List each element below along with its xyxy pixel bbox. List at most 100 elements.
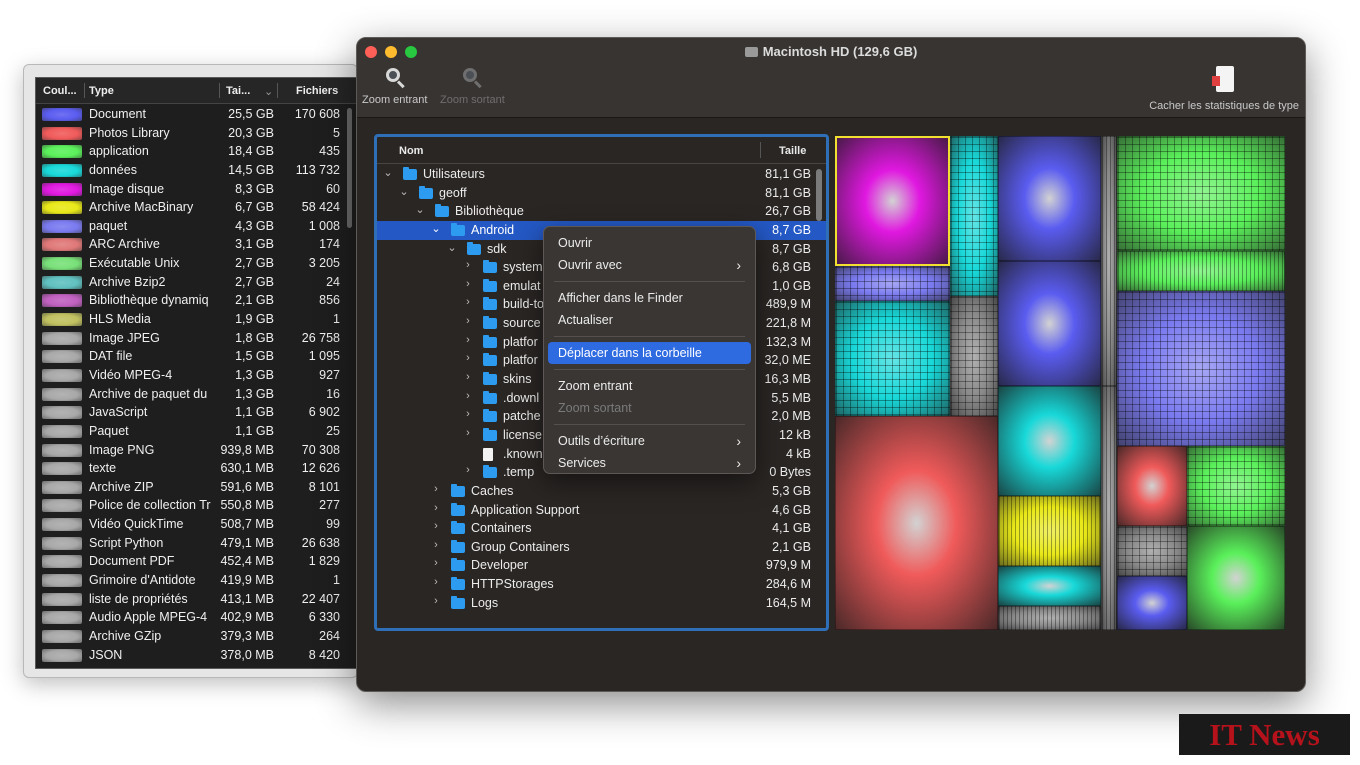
type-row[interactable]: Image PNG 939,8 MB 70 308 <box>36 441 346 460</box>
type-row[interactable]: Document PDF 452,4 MB 1 829 <box>36 552 346 571</box>
tree-row[interactable]: ⌄ Utilisateurs 81,1 GB <box>377 165 826 184</box>
disclosure-collapsed-icon[interactable]: › <box>463 296 473 308</box>
type-row[interactable]: Archive de paquet du 1,3 GB 16 <box>36 385 346 404</box>
treemap-block[interactable] <box>1117 576 1187 630</box>
disclosure-collapsed-icon[interactable]: › <box>463 278 473 290</box>
treemap-block[interactable] <box>1187 446 1285 526</box>
treemap-block[interactable] <box>835 301 950 416</box>
type-row[interactable]: Image JPEG 1,8 GB 26 758 <box>36 329 346 348</box>
treemap-block[interactable] <box>998 496 1101 566</box>
treemap-block[interactable] <box>998 261 1101 386</box>
tree-row[interactable]: › Developer 979,9 M <box>377 556 826 575</box>
type-row[interactable]: données 14,5 GB 113 732 <box>36 161 346 180</box>
color-column-header[interactable]: Coul... <box>43 85 77 97</box>
disclosure-collapsed-icon[interactable]: › <box>431 595 441 607</box>
zoom-out-button[interactable]: Zoom sortant <box>440 66 505 106</box>
disclosure-collapsed-icon[interactable]: › <box>463 464 473 476</box>
tree-scrollbar[interactable] <box>816 169 822 221</box>
treemap-block[interactable] <box>1117 251 1285 291</box>
disclosure-expanded-icon[interactable]: ⌄ <box>383 166 393 179</box>
treemap-block[interactable] <box>1117 291 1285 446</box>
type-row[interactable]: Document 25,5 GB 170 608 <box>36 105 346 124</box>
disclosure-collapsed-icon[interactable]: › <box>431 483 441 495</box>
type-row[interactable]: Archive MacBinary 6,7 GB 58 424 <box>36 198 346 217</box>
type-row[interactable]: Photos Library 20,3 GB 5 <box>36 124 346 143</box>
treemap-block[interactable] <box>1187 526 1285 630</box>
menu-item[interactable]: Ouvrir avec › <box>548 254 751 276</box>
menu-item[interactable]: Ouvrir <box>548 232 751 254</box>
tree-row[interactable]: › HTTPStorages 284,6 M <box>377 575 826 594</box>
treemap-block[interactable] <box>950 296 998 416</box>
type-row[interactable]: Archive ZIP 591,6 MB 8 101 <box>36 478 346 497</box>
disclosure-collapsed-icon[interactable]: › <box>431 502 441 514</box>
menu-item[interactable]: Afficher dans le Finder <box>548 287 751 309</box>
menu-item[interactable]: Services › <box>548 452 751 474</box>
type-row[interactable]: Script Python 479,1 MB 26 638 <box>36 534 346 553</box>
treemap-block[interactable] <box>835 416 998 630</box>
files-column-header[interactable]: Fichiers <box>296 85 338 97</box>
type-row[interactable]: Audio Apple MPEG-4 402,9 MB 6 330 <box>36 608 346 627</box>
size-column-header-tree[interactable]: Taille <box>779 145 806 157</box>
disclosure-expanded-icon[interactable]: ⌄ <box>399 185 409 198</box>
name-column-header[interactable]: Nom <box>399 145 423 157</box>
type-row[interactable]: JSON 378,0 MB 8 420 <box>36 646 346 665</box>
type-row[interactable]: Paquet 1,1 GB 25 <box>36 422 346 441</box>
disclosure-collapsed-icon[interactable]: › <box>463 315 473 327</box>
type-column-header[interactable]: Type <box>89 85 114 97</box>
disclosure-collapsed-icon[interactable]: › <box>431 520 441 532</box>
treemap-block[interactable] <box>835 136 950 266</box>
disclosure-collapsed-icon[interactable]: › <box>463 390 473 402</box>
treemap-block[interactable] <box>998 136 1101 261</box>
disclosure-collapsed-icon[interactable]: › <box>431 576 441 588</box>
menu-item[interactable]: Outils d’écriture › <box>548 430 751 452</box>
type-row[interactable]: Image disque 8,3 GB 60 <box>36 180 346 199</box>
types-scrollbar[interactable] <box>347 108 352 228</box>
tree-row[interactable]: ⌄ Bibliothèque 26,7 GB <box>377 202 826 221</box>
type-row[interactable]: Vidéo MPEG-4 1,3 GB 927 <box>36 366 346 385</box>
type-row[interactable]: Grimoire d'Antidote 419,9 MB 1 <box>36 571 346 590</box>
type-row[interactable]: Archive Bzip2 2,7 GB 24 <box>36 273 346 292</box>
treemap-block[interactable] <box>1117 446 1187 526</box>
disclosure-expanded-icon[interactable]: ⌄ <box>415 203 425 216</box>
type-row[interactable]: Police de collection Tr 550,8 MB 277 <box>36 496 346 515</box>
disk-treemap[interactable] <box>835 136 1285 630</box>
disclosure-expanded-icon[interactable]: ⌄ <box>447 241 457 254</box>
type-row[interactable]: Vidéo QuickTime 508,7 MB 99 <box>36 515 346 534</box>
type-row[interactable]: JavaScript 1,1 GB 6 902 <box>36 403 346 422</box>
treemap-block[interactable] <box>998 606 1101 630</box>
menu-item[interactable]: Déplacer dans la corbeille <box>548 342 751 364</box>
tree-row[interactable]: ⌄ geoff 81,1 GB <box>377 184 826 203</box>
treemap-block[interactable] <box>1117 526 1187 576</box>
type-row[interactable]: paquet 4,3 GB 1 008 <box>36 217 346 236</box>
size-column-header[interactable]: Tai... <box>226 85 250 97</box>
disclosure-collapsed-icon[interactable]: › <box>463 408 473 420</box>
disclosure-collapsed-icon[interactable]: › <box>463 427 473 439</box>
treemap-block[interactable] <box>1101 386 1117 630</box>
treemap-block[interactable] <box>998 566 1101 606</box>
menu-item[interactable]: Zoom entrant <box>548 375 751 397</box>
type-row[interactable]: Exécutable Unix 2,7 GB 3 205 <box>36 254 346 273</box>
treemap-block[interactable] <box>950 136 998 296</box>
treemap-block[interactable] <box>1101 136 1117 386</box>
zoom-in-button[interactable]: Zoom entrant <box>362 66 427 106</box>
type-row[interactable]: liste de propriétés 413,1 MB 22 407 <box>36 590 346 609</box>
disclosure-collapsed-icon[interactable]: › <box>431 557 441 569</box>
hide-type-stats-button[interactable]: Cacher les statistiques de type <box>1149 66 1299 112</box>
type-row[interactable]: texte 630,1 MB 12 626 <box>36 459 346 478</box>
disclosure-collapsed-icon[interactable]: › <box>431 539 441 551</box>
disclosure-collapsed-icon[interactable]: › <box>463 259 473 271</box>
type-row[interactable]: Archive GZip 379,3 MB 264 <box>36 627 346 646</box>
type-row[interactable]: HLS Media 1,9 GB 1 <box>36 310 346 329</box>
tree-row[interactable]: › Group Containers 2,1 GB <box>377 538 826 557</box>
type-row[interactable]: application 18,4 GB 435 <box>36 142 346 161</box>
menu-item[interactable]: Actualiser <box>548 309 751 331</box>
disclosure-expanded-icon[interactable]: ⌄ <box>431 222 441 235</box>
tree-row[interactable]: › Application Support 4,6 GB <box>377 501 826 520</box>
type-row[interactable]: DAT file 1,5 GB 1 095 <box>36 347 346 366</box>
disclosure-collapsed-icon[interactable]: › <box>463 371 473 383</box>
tree-row[interactable]: › Caches 5,3 GB <box>377 482 826 501</box>
treemap-block[interactable] <box>1117 136 1285 251</box>
treemap-block[interactable] <box>998 386 1101 496</box>
tree-row[interactable]: › Logs 164,5 M <box>377 594 826 613</box>
type-row[interactable]: ARC Archive 3,1 GB 174 <box>36 235 346 254</box>
